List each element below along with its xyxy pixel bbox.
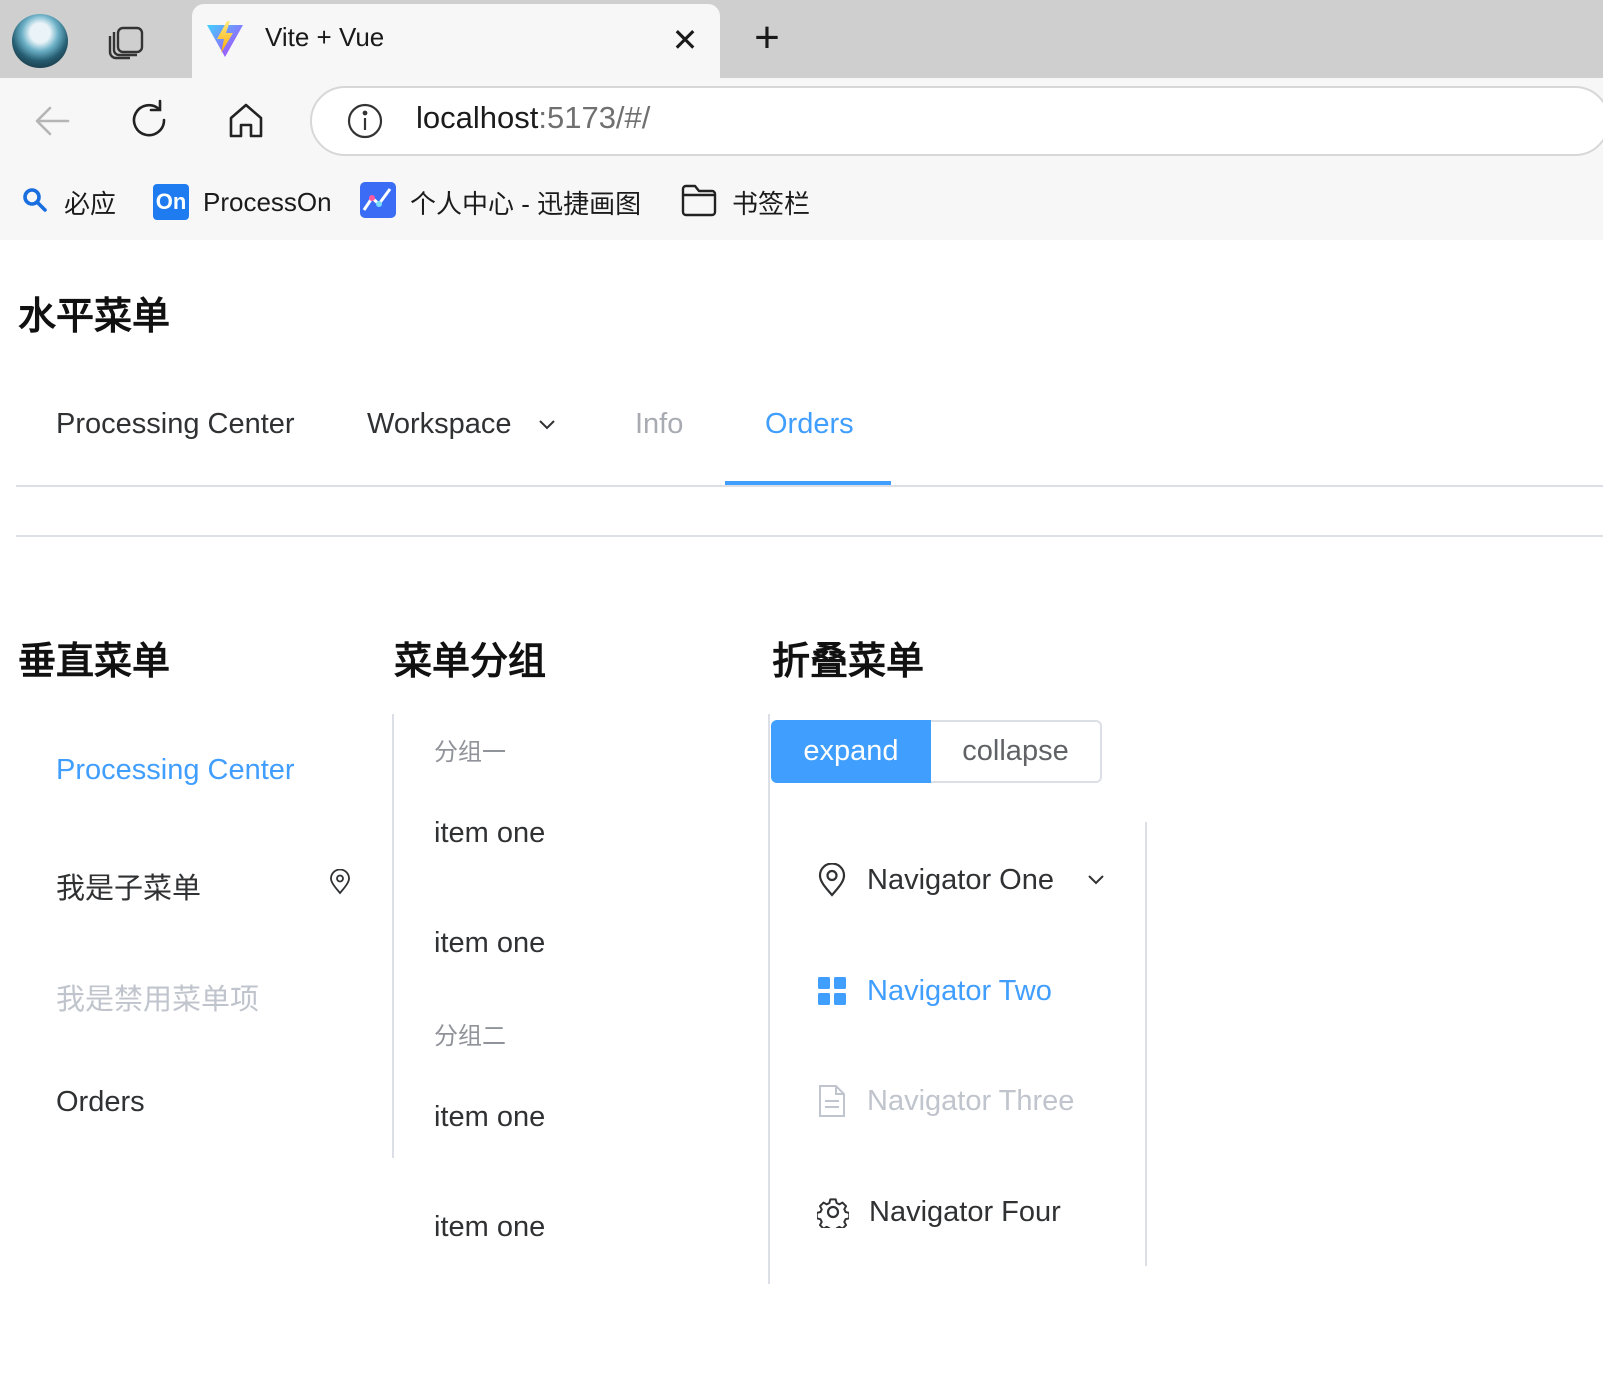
- document-icon: [819, 1085, 845, 1117]
- section-divider: [16, 535, 1603, 537]
- collapse-button[interactable]: collapse: [931, 720, 1102, 783]
- collapsible-menu: Navigator One Navigator Two Navigator Th…: [771, 822, 1147, 1266]
- group-menu-item[interactable]: item one: [434, 817, 545, 850]
- chevron-down-icon[interactable]: [536, 414, 558, 436]
- hmenu-item-workspace[interactable]: Workspace: [367, 408, 512, 441]
- group-menu-heading: 菜单分组: [394, 641, 547, 683]
- search-icon: [20, 185, 50, 220]
- bookmark-label: 书签栏: [732, 188, 811, 219]
- nav-item-navigator-one[interactable]: Navigator One: [817, 860, 1054, 900]
- vertical-menu: Processing Center 我是子菜单 我是禁用菜单项 Orders: [16, 714, 394, 1158]
- bookmark-xunjie[interactable]: 个人中心 - 迅捷画图: [360, 180, 641, 224]
- bookmark-label: 个人中心 - 迅捷画图: [410, 188, 642, 219]
- vmenu-item-disabled: 我是禁用菜单项: [56, 984, 260, 1016]
- hmenu-item-orders[interactable]: Orders: [765, 408, 854, 441]
- location-icon: [328, 868, 352, 895]
- close-tab-button[interactable]: ✕: [670, 22, 700, 58]
- nav-item-navigator-two[interactable]: Navigator Two: [817, 971, 1052, 1011]
- tab-actions-icon[interactable]: [106, 20, 148, 60]
- url-path: :5173/#/: [538, 100, 651, 135]
- new-tab-button[interactable]: +: [744, 16, 790, 62]
- bookmark-biying[interactable]: 必应: [20, 180, 116, 224]
- xunjie-logo-icon: [360, 181, 396, 223]
- settings-icon: [817, 1198, 849, 1228]
- group-menu-item[interactable]: item one: [434, 927, 545, 960]
- back-button[interactable]: [28, 96, 78, 146]
- tab-title: Vite + Vue: [265, 22, 385, 52]
- processon-logo-icon: On: [153, 184, 189, 220]
- horizontal-menu-heading: 水平菜单: [18, 296, 171, 338]
- nav-item-navigator-three: Navigator Three: [817, 1081, 1074, 1121]
- bookmark-processon[interactable]: On ProcessOn: [153, 180, 332, 224]
- site-info-icon[interactable]: [346, 102, 384, 140]
- vmenu-item-submenu[interactable]: 我是子菜单: [56, 865, 201, 907]
- vite-logo-icon: [205, 19, 245, 59]
- url-host: localhost: [416, 100, 539, 135]
- folder-icon: [680, 183, 718, 222]
- nav-item-label: Navigator Two: [867, 974, 1052, 1007]
- group-title: 分组一: [434, 739, 506, 766]
- group-menu-item[interactable]: item one: [434, 1101, 545, 1134]
- group-menu: 分组一 item one item one 分组二 item one item …: [394, 714, 770, 1284]
- bookmark-label: ProcessOn: [203, 186, 332, 217]
- nav-item-label: Navigator One: [867, 863, 1054, 896]
- chevron-down-icon[interactable]: [1085, 869, 1107, 891]
- expand-button[interactable]: expand: [771, 720, 931, 783]
- nav-item-label: Navigator Three: [867, 1084, 1075, 1117]
- profile-avatar[interactable]: [12, 14, 68, 68]
- nav-item-label: Navigator Four: [869, 1195, 1061, 1228]
- nav-item-navigator-four[interactable]: Navigator Four: [817, 1192, 1061, 1232]
- vmenu-item-orders[interactable]: Orders: [56, 1086, 145, 1119]
- hmenu-item-info: Info: [635, 408, 684, 440]
- url-text[interactable]: localhost:5173/#/: [416, 100, 650, 136]
- active-indicator: [725, 481, 891, 485]
- group-title: 分组二: [434, 1023, 506, 1050]
- bookmark-folder[interactable]: 书签栏: [680, 180, 810, 224]
- grid-icon: [818, 977, 846, 1005]
- home-button[interactable]: [221, 96, 271, 146]
- reload-button[interactable]: [124, 96, 174, 146]
- vertical-menu-heading: 垂直菜单: [18, 641, 171, 683]
- vmenu-item-processing-center[interactable]: Processing Center: [56, 754, 295, 787]
- collapse-menu-heading: 折叠菜单: [772, 641, 925, 683]
- location-icon: [818, 863, 846, 897]
- collapse-toggle-group: expand collapse: [771, 720, 1102, 783]
- horizontal-menu: Processing Center Workspace Info Orders: [16, 370, 1603, 487]
- hmenu-item-processing-center[interactable]: Processing Center: [56, 408, 295, 441]
- group-menu-item[interactable]: item one: [434, 1211, 545, 1244]
- bookmark-label: 必应: [64, 188, 117, 219]
